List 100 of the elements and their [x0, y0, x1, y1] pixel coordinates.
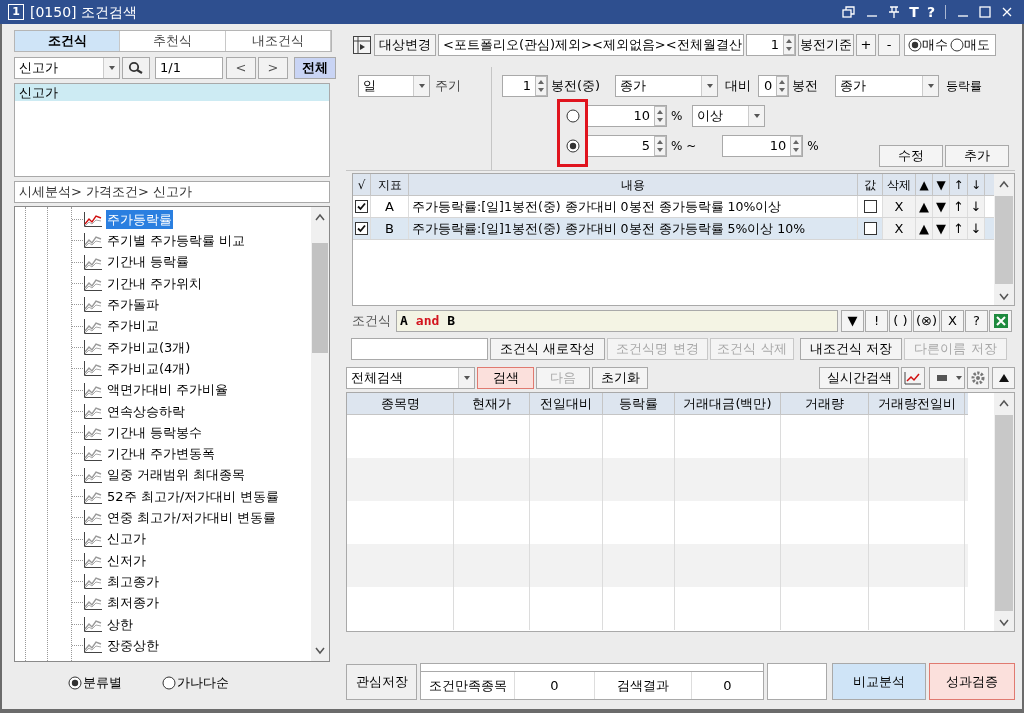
- tab[interactable]: 추천식: [120, 31, 226, 51]
- column-header[interactable]: ▲: [916, 174, 933, 195]
- bars-from-spinner[interactable]: 1: [502, 75, 548, 97]
- tree-item[interactable]: 신저가: [106, 550, 147, 571]
- price-dropdown[interactable]: 종가: [615, 75, 719, 97]
- title-button[interactable]: T: [909, 1, 919, 23]
- column-header[interactable]: 전일대비: [530, 393, 603, 414]
- radio-label[interactable]: 분류별: [83, 673, 122, 693]
- chart-button[interactable]: [901, 366, 925, 389]
- column-header[interactable]: 현재가: [454, 393, 530, 414]
- column-header[interactable]: ↓: [968, 174, 985, 195]
- tree-item[interactable]: 상한: [106, 614, 134, 635]
- target-field[interactable]: <포트폴리오(관심)제외><제외없음><전체월결산: [438, 34, 744, 56]
- collapse-button[interactable]: [992, 366, 1015, 389]
- tree-item[interactable]: 주가돌파: [106, 295, 160, 315]
- close-icon[interactable]: [1000, 5, 1014, 19]
- bars-basis-button[interactable]: 봉전기준: [798, 34, 854, 56]
- tree-item[interactable]: 주기별 주가등락률 비교: [106, 231, 247, 251]
- spreadsheet-button[interactable]: [989, 310, 1013, 332]
- radio-button[interactable]: [566, 139, 580, 153]
- formula-button[interactable]: ( ): [889, 310, 912, 332]
- button[interactable]: 내조건식 저장: [800, 337, 902, 360]
- search-button[interactable]: [122, 56, 150, 79]
- bars-spinner[interactable]: 1: [746, 34, 796, 56]
- column-header[interactable]: √: [353, 174, 371, 195]
- scroll-down-icon[interactable]: [315, 647, 325, 655]
- formula-button[interactable]: (⊗): [913, 310, 941, 332]
- column-header[interactable]: ▼: [933, 174, 950, 195]
- all-button[interactable]: 전체: [294, 56, 336, 79]
- checkbox[interactable]: [355, 200, 368, 213]
- button[interactable]: 검색: [477, 366, 534, 389]
- compare-button[interactable]: 비교분석: [832, 663, 926, 700]
- table-row[interactable]: A 주가등락률:[일]1봉전(중) 종가대비 0봉전 종가등락률 10%이상 X ▲ ▼ ↑ ↓: [353, 196, 994, 218]
- button[interactable]: 추가: [945, 145, 1009, 167]
- condition-dropdown[interactable]: 신고가: [14, 56, 120, 79]
- tab[interactable]: 조건식: [15, 31, 121, 51]
- minus-button[interactable]: -: [878, 34, 900, 56]
- tree-item[interactable]: 장중상한: [106, 635, 160, 656]
- radio-button[interactable]: [950, 38, 964, 52]
- scrollbar[interactable]: [311, 207, 329, 661]
- scrollbar[interactable]: [994, 174, 1014, 305]
- table-row[interactable]: B 주가등락률:[일]1봉전(중) 종가대비 0봉전 종가등락률 5%이상 10% X ▲ ▼ ↑ ↓: [353, 218, 994, 240]
- side-selector[interactable]: 매수 매도: [904, 34, 996, 56]
- formula-button[interactable]: !: [865, 310, 888, 332]
- move-button[interactable]: ▼: [933, 218, 950, 239]
- list-item[interactable]: 신고가: [15, 84, 329, 101]
- formula-button[interactable]: ?: [965, 310, 989, 332]
- verify-button[interactable]: 성과검증: [929, 663, 1015, 700]
- column-header[interactable]: 거래대금(백만): [675, 393, 781, 414]
- radio-button[interactable]: [162, 676, 176, 690]
- radio-button[interactable]: [908, 38, 922, 52]
- move-button[interactable]: ↓: [968, 218, 985, 239]
- panel-toggle-icon[interactable]: [352, 35, 372, 55]
- tree-item[interactable]: 최저종가: [106, 593, 160, 613]
- scroll-thumb[interactable]: [995, 196, 1013, 284]
- tree-item[interactable]: 일중 거래범위 최대종목: [106, 465, 247, 485]
- column-header[interactable]: 값: [858, 174, 883, 195]
- title-button[interactable]: ?: [926, 1, 935, 23]
- move-button[interactable]: ↑: [950, 218, 968, 239]
- scrollbar[interactable]: [994, 393, 1014, 631]
- move-button[interactable]: ↑: [950, 196, 968, 217]
- tree-item[interactable]: 주가비교(4개): [106, 358, 192, 379]
- column-header[interactable]: ↑: [950, 174, 968, 195]
- price-dropdown[interactable]: 종가: [835, 75, 940, 97]
- scroll-down-icon[interactable]: [999, 619, 1009, 627]
- column-header[interactable]: 종목명: [347, 393, 454, 414]
- name-field[interactable]: [351, 337, 488, 360]
- column-header[interactable]: 삭제: [883, 174, 916, 195]
- value-spinner[interactable]: 10: [585, 105, 667, 127]
- tab[interactable]: 내조건식: [225, 31, 331, 51]
- max-spinner[interactable]: 10: [722, 135, 804, 157]
- radio-label[interactable]: 매수: [922, 35, 948, 55]
- next-button[interactable]: >: [258, 56, 288, 79]
- move-button[interactable]: ▲: [916, 196, 933, 217]
- radio-label[interactable]: 매도: [964, 35, 990, 55]
- tree-item[interactable]: 기간내 주가위치: [106, 273, 204, 294]
- column-header[interactable]: 지표: [371, 174, 409, 195]
- maximize-icon[interactable]: [978, 5, 992, 19]
- tree-item[interactable]: 주가비교(3개): [106, 337, 192, 358]
- scroll-up-icon[interactable]: [999, 180, 1009, 188]
- tree-item[interactable]: 52주 최고가/저가대비 변동률: [106, 486, 281, 507]
- page-field[interactable]: 1/1: [155, 56, 223, 79]
- pin-icon[interactable]: [887, 5, 902, 19]
- column-header[interactable]: 거래량: [781, 393, 869, 414]
- formula-button[interactable]: X: [941, 310, 965, 332]
- delete-button[interactable]: X: [883, 196, 916, 217]
- tree-item[interactable]: 액면가대비 주가비율: [106, 380, 230, 400]
- save-watchlist-button[interactable]: 관심저장: [346, 664, 417, 700]
- tree-item[interactable]: 기간내 등락률: [106, 252, 191, 272]
- checkbox[interactable]: [863, 200, 877, 213]
- button[interactable]: 초기화: [592, 366, 648, 389]
- comparison-dropdown[interactable]: 이상: [692, 105, 766, 127]
- tree-item[interactable]: 주가비교: [106, 316, 160, 336]
- tree-item[interactable]: 연속상승하락: [106, 401, 186, 422]
- formula-field[interactable]: A and B: [396, 310, 838, 332]
- column-header[interactable]: 등락률: [603, 393, 675, 414]
- column-header[interactable]: 내용: [409, 174, 858, 195]
- delete-button[interactable]: X: [883, 218, 916, 239]
- button[interactable]: 조건식 새로작성: [490, 337, 605, 360]
- restore-icon[interactable]: [841, 5, 858, 19]
